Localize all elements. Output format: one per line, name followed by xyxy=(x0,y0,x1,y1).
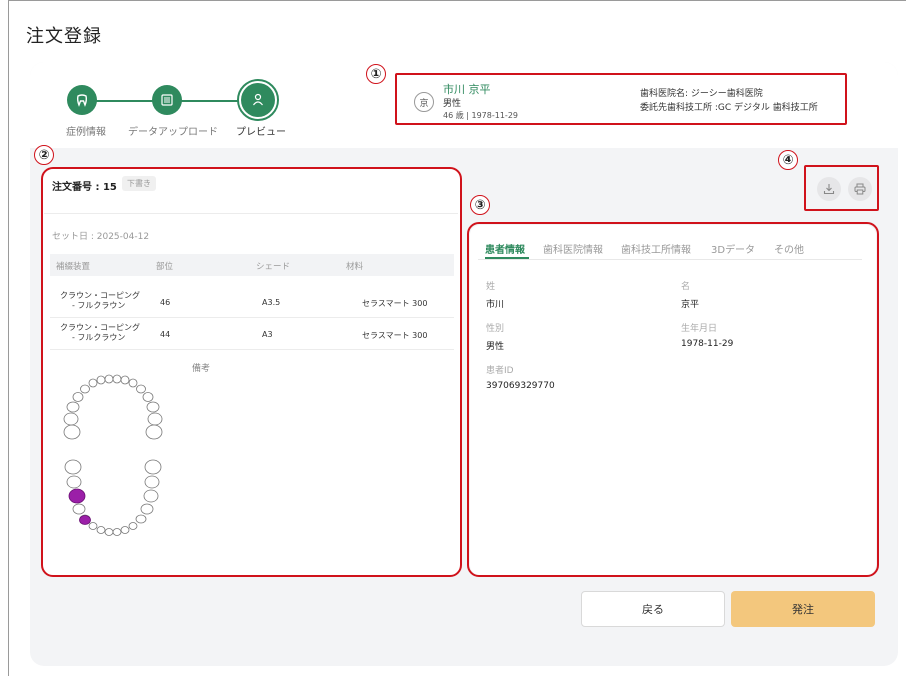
annotation-number-1: ① xyxy=(366,64,386,84)
step-label-preview: プレビュー xyxy=(236,127,286,138)
page-title: 注文登録 xyxy=(26,26,102,47)
annotation-number-3: ③ xyxy=(470,195,490,215)
step-preview[interactable] xyxy=(237,79,279,121)
submit-order-button[interactable]: 発注 xyxy=(731,591,875,627)
annotation-box-4 xyxy=(804,165,879,211)
annotation-box-2 xyxy=(41,167,462,577)
annotation-box-1 xyxy=(395,73,847,125)
annotation-number-4: ④ xyxy=(778,150,798,170)
back-button[interactable]: 戻る xyxy=(581,591,725,627)
tooth-icon xyxy=(76,94,88,107)
data-grid-icon xyxy=(161,94,173,106)
step-data-upload[interactable] xyxy=(152,85,182,115)
step-label-data-upload: データアップロード xyxy=(128,127,218,138)
annotation-number-2: ② xyxy=(34,145,54,165)
annotation-box-3 xyxy=(467,222,879,577)
step-case-info[interactable] xyxy=(67,85,97,115)
person-icon xyxy=(253,93,263,106)
step-label-case-info: 症例情報 xyxy=(66,127,106,138)
